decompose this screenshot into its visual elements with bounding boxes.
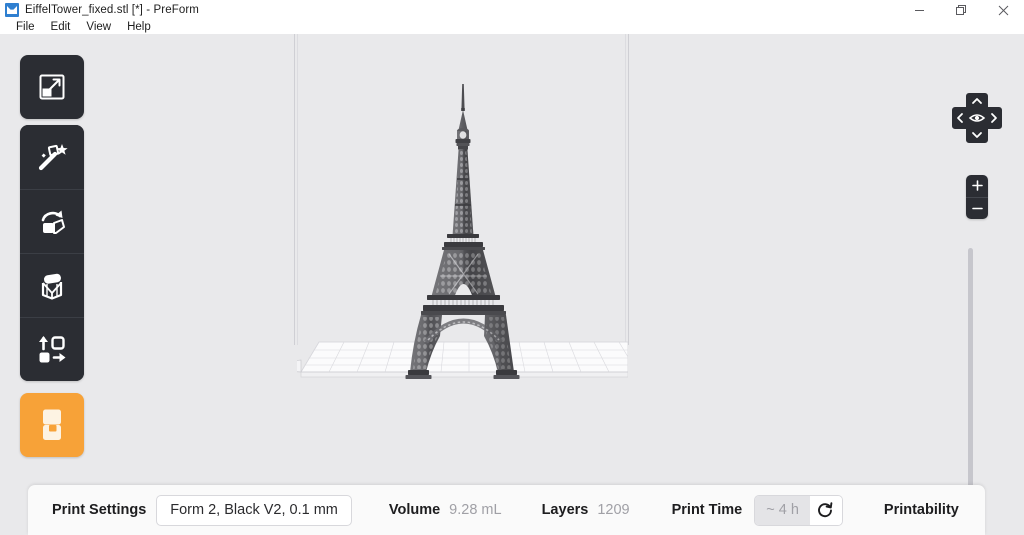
transform-tool-group bbox=[20, 125, 84, 381]
menu-item-view[interactable]: View bbox=[78, 21, 119, 33]
vertical-slice-slider[interactable] bbox=[968, 248, 973, 525]
menu-item-help[interactable]: Help bbox=[119, 21, 159, 33]
build-volume-right-edge-inner bbox=[625, 34, 626, 345]
window-title: EiffelTower_fixed.stl [*] - PreForm bbox=[25, 4, 199, 16]
scale-icon bbox=[37, 72, 67, 102]
preform-app-icon bbox=[5, 3, 19, 17]
printability-label: Printability bbox=[883, 502, 959, 518]
build-volume-left-edge bbox=[294, 34, 295, 345]
rotate-icon bbox=[36, 206, 68, 238]
view-navigation-control[interactable] bbox=[950, 91, 1004, 145]
menu-item-file[interactable]: File bbox=[8, 21, 43, 33]
eiffel-tower-model[interactable] bbox=[404, 84, 522, 379]
menu-item-edit[interactable]: Edit bbox=[43, 21, 79, 33]
build-volume-left-edge-inner bbox=[297, 34, 298, 345]
build-volume-right-edge bbox=[628, 34, 629, 345]
layers-label: Layers bbox=[541, 502, 589, 518]
window-controls bbox=[898, 0, 1024, 20]
print-settings-selector[interactable]: Form 2, Black V2, 0.1 mm bbox=[156, 494, 352, 526]
volume-label: Volume bbox=[388, 502, 441, 518]
volume-value: 9.28 mL bbox=[449, 502, 502, 518]
close-icon[interactable] bbox=[982, 0, 1024, 20]
rotate-tool[interactable] bbox=[20, 189, 84, 253]
orientation-tool[interactable] bbox=[20, 125, 84, 189]
print-time-estimator: ~ 4 h bbox=[754, 494, 843, 526]
zoom-out-button[interactable] bbox=[966, 196, 988, 220]
left-toolbar bbox=[20, 55, 84, 457]
supports-tool[interactable] bbox=[20, 253, 84, 317]
print-settings-label: Print Settings bbox=[52, 502, 147, 518]
printer-form-icon bbox=[37, 408, 67, 442]
scale-tool[interactable] bbox=[20, 55, 84, 119]
3d-viewport[interactable] bbox=[0, 34, 1024, 535]
layout-arrows-icon bbox=[36, 334, 68, 366]
zoom-control bbox=[966, 175, 988, 219]
preform-window: EiffelTower_fixed.stl [*] - PreForm File bbox=[0, 0, 1024, 535]
restore-icon[interactable] bbox=[940, 0, 982, 20]
supports-icon bbox=[36, 270, 68, 302]
layers-value: 1209 bbox=[597, 502, 630, 518]
print-job-button[interactable] bbox=[20, 393, 84, 457]
layout-tool[interactable] bbox=[20, 317, 84, 381]
magic-wand-icon bbox=[36, 141, 68, 173]
print-time-label: Print Time bbox=[671, 502, 743, 518]
minimize-icon[interactable] bbox=[898, 0, 940, 20]
print-time-value: ~ 4 h bbox=[755, 495, 810, 525]
refresh-icon[interactable] bbox=[809, 495, 842, 525]
zoom-in-button[interactable] bbox=[966, 175, 988, 197]
title-bar: EiffelTower_fixed.stl [*] - PreForm bbox=[0, 0, 1024, 20]
menu-bar: File Edit View Help bbox=[0, 20, 1024, 34]
status-bar: Print Settings Form 2, Black V2, 0.1 mm … bbox=[28, 485, 985, 535]
